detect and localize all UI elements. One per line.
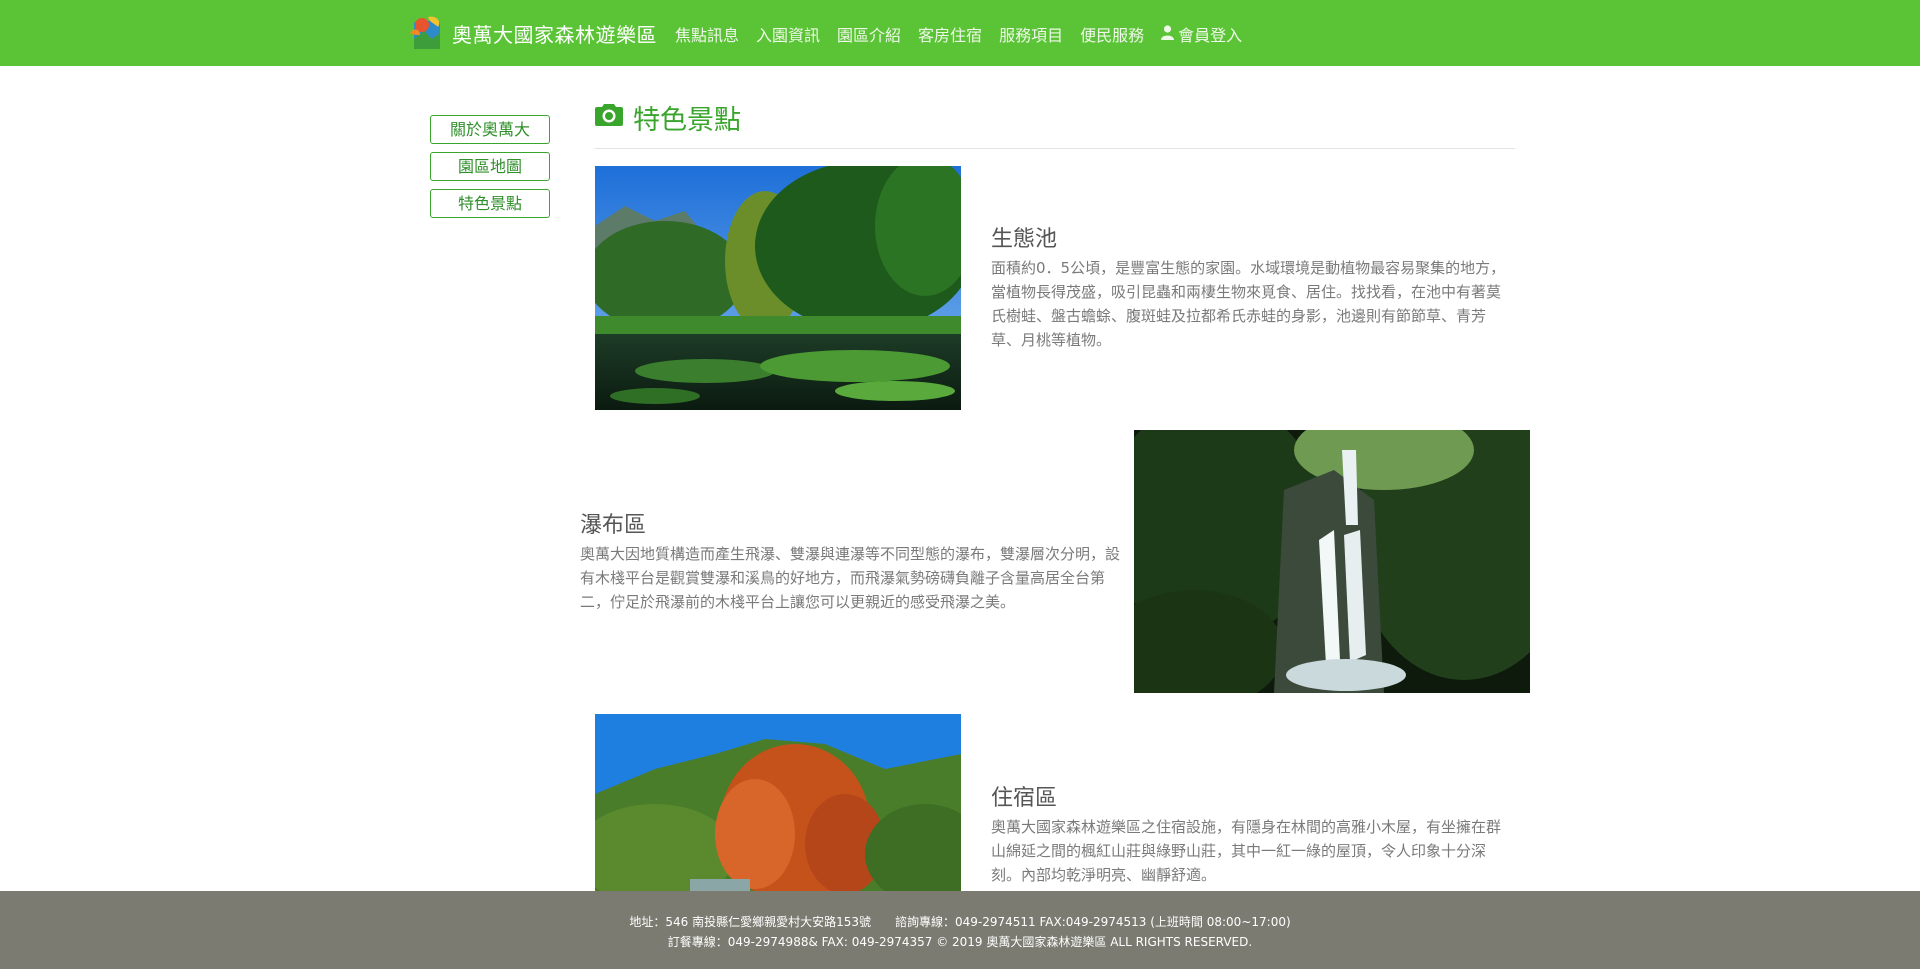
nav-park-intro[interactable]: 園區介紹: [837, 22, 901, 46]
nav-focus-news[interactable]: 焦點訊息: [675, 22, 739, 46]
sidebar-item-about[interactable]: 關於奧萬大: [430, 115, 550, 144]
sidebar-item-map[interactable]: 園區地圖: [430, 152, 550, 181]
footer-address-line: 地址：546 南投縣仁愛鄉親愛村大安路153號 諮詢專線：049-2974511…: [629, 915, 1291, 929]
page-title-text: 特色景點: [633, 105, 741, 136]
top-navbar: 奧萬大國家森林遊樂區 焦點訊息 入園資訊 園區介紹 客房住宿 服務項目 便民服務…: [0, 0, 1920, 66]
footer: 地址：546 南投縣仁愛鄉親愛村大安路153號 諮詢專線：049-2974511…: [0, 891, 1920, 969]
user-icon: [1161, 24, 1175, 44]
brand-name: 奧萬大國家森林遊樂區: [452, 22, 657, 47]
waterfall-photo: [1134, 430, 1530, 693]
spot-title-eco-pond: 生態池: [991, 227, 1058, 252]
spot-desc-lodging: 奧萬大國家森林遊樂區之住宿設施，有隱身在林間的高雅小木屋，有坐擁在群山綿延之間的…: [991, 818, 1502, 884]
member-login-label: 會員登入: [1178, 26, 1243, 45]
eco-pond-photo: [595, 166, 961, 410]
spot-title-lodging: 住宿區: [991, 786, 1058, 811]
main-nav: 焦點訊息 入園資訊 園區介紹 客房住宿 服務項目 便民服務 會員登入: [675, 22, 1259, 46]
camera-icon: [595, 102, 623, 133]
title-divider: [595, 148, 1515, 149]
nav-services[interactable]: 服務項目: [999, 22, 1063, 46]
brand-link[interactable]: 奧萬大國家森林遊樂區: [408, 12, 657, 54]
sidebar-item-attractions[interactable]: 特色景點: [430, 189, 550, 218]
page-title: 特色景點: [595, 98, 741, 137]
park-logo: [408, 13, 446, 53]
spot-title-waterfall: 瀑布區: [580, 513, 647, 538]
nav-convenience[interactable]: 便民服務: [1080, 22, 1144, 46]
sidebar: 關於奧萬大 園區地圖 特色景點: [430, 115, 550, 226]
nav-lodging[interactable]: 客房住宿: [918, 22, 982, 46]
footer-copyright-line: 訂餐專線：049-2974988& FAX: 049-2974357 © 201…: [667, 935, 1253, 949]
nav-entry-info[interactable]: 入園資訊: [756, 22, 820, 46]
nav-member-login[interactable]: 會員登入: [1161, 22, 1242, 46]
lodging-photo: [595, 714, 961, 891]
spot-desc-eco-pond: 面積約0．5公頃，是豐富生態的家園。水域環境是動植物最容易聚集的地方，當植物長得…: [991, 259, 1506, 349]
spot-desc-waterfall: 奧萬大因地質構造而產生飛瀑、雙瀑與連瀑等不同型態的瀑布，雙瀑層次分明，設有木棧平…: [580, 545, 1121, 611]
